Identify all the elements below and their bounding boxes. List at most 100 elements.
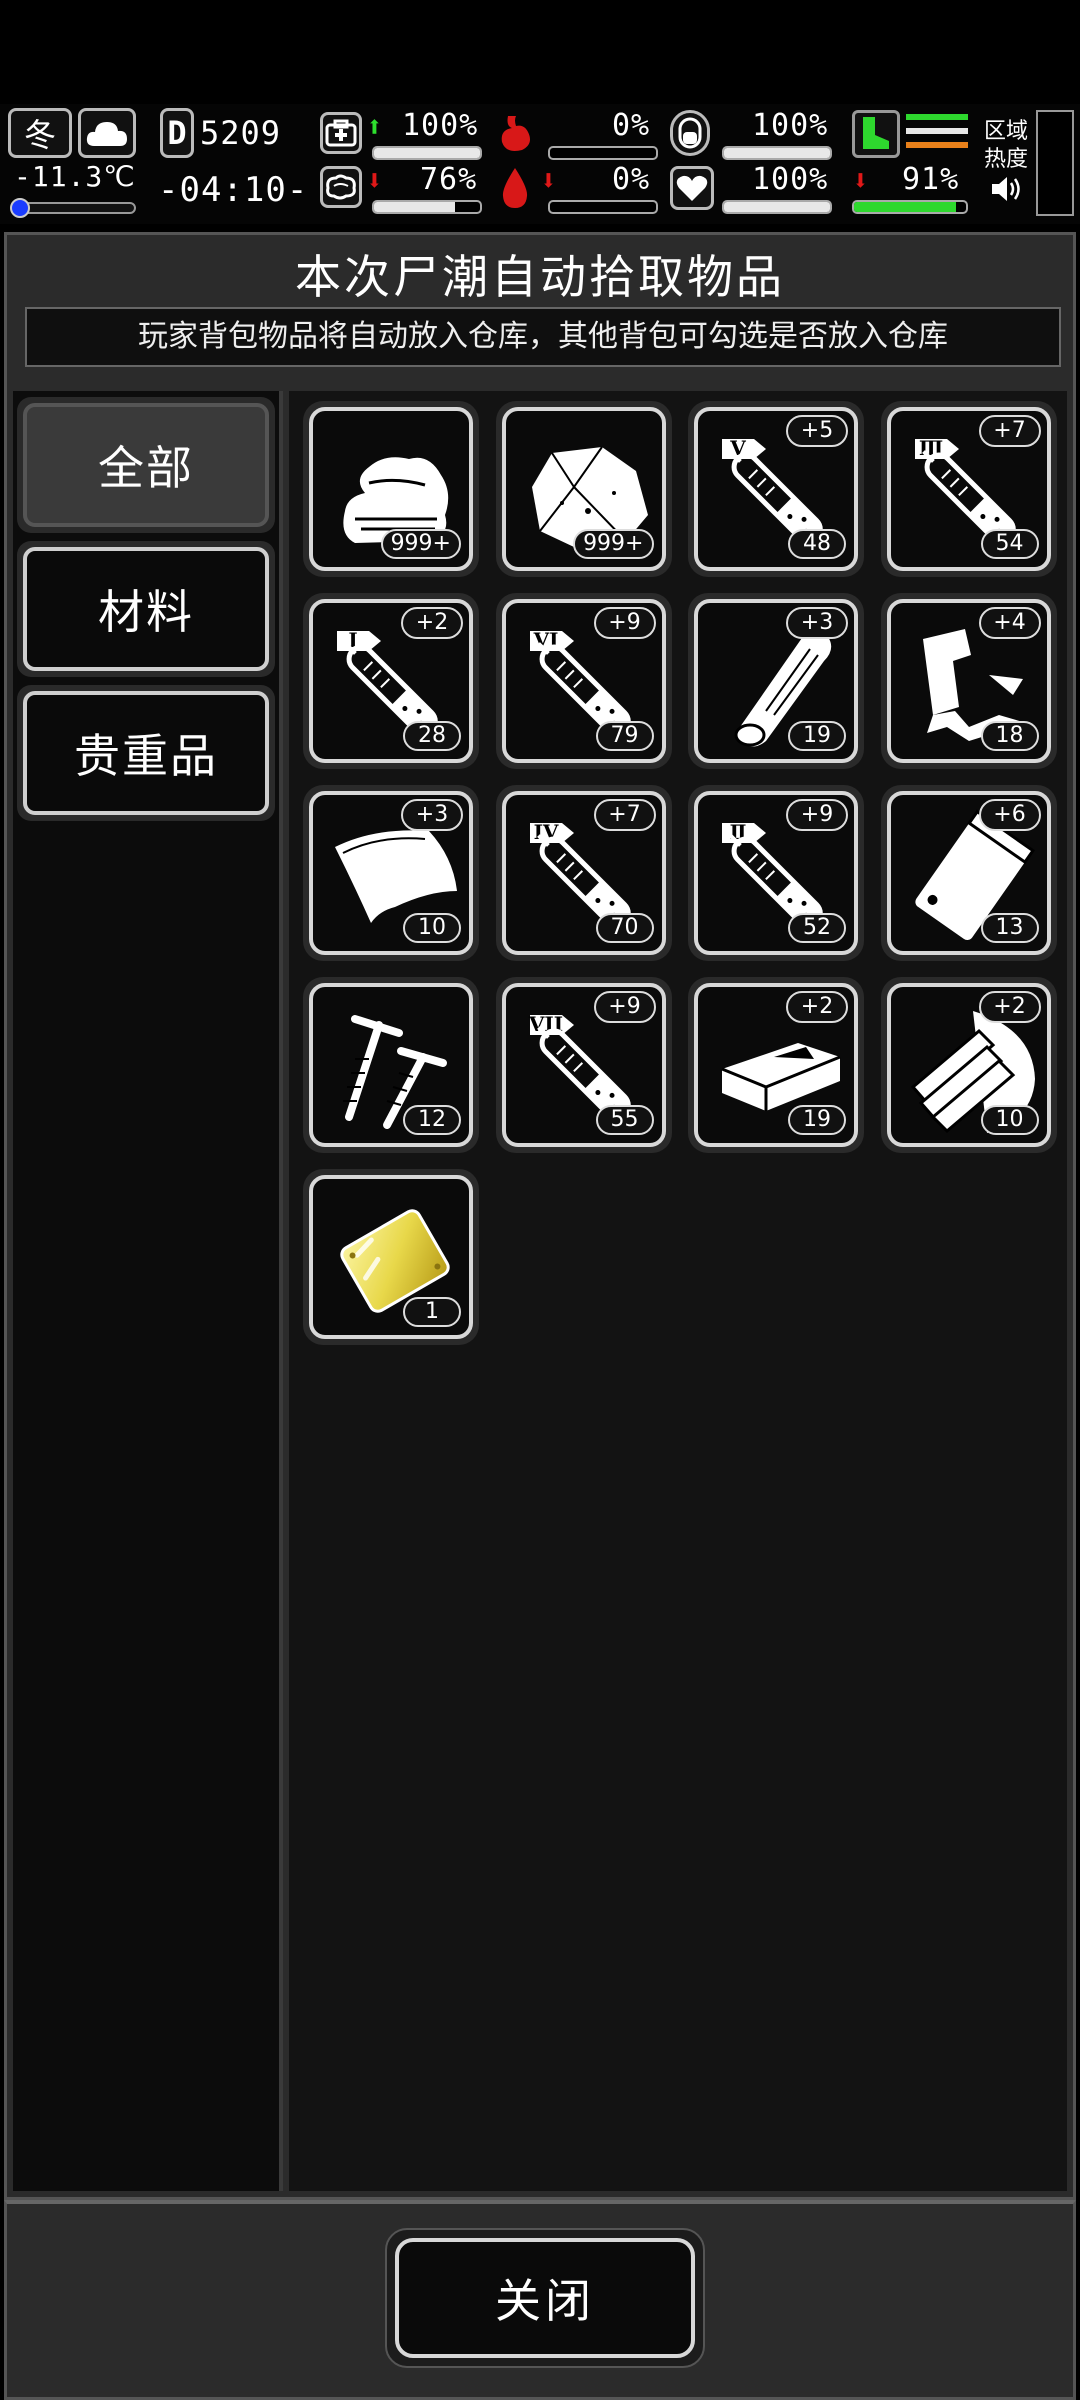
item-bonus-badge: +7 [593, 799, 656, 831]
item-frame: V +5 48 [694, 407, 858, 571]
close-button[interactable]: 关闭 [395, 2238, 695, 2358]
bar-fill [724, 202, 830, 212]
close-button-frame: 关闭 [385, 2228, 705, 2368]
item-slot[interactable]: Ⅲ +7 54 [880, 401, 1057, 577]
bottom-bar: 关闭 [4, 2200, 1076, 2400]
item-slot[interactable]: Ⅱ +9 52 [688, 785, 864, 961]
item-frame: +6 13 [886, 791, 1051, 955]
item-slot[interactable]: IV +7 70 [495, 785, 672, 961]
speaker-icon[interactable] [990, 174, 1024, 204]
item-bonus-badge: +9 [593, 991, 656, 1023]
zone-heat-label: 区域热度 [984, 119, 1029, 172]
panel-title: 本次尸潮自动拾取物品 [295, 250, 785, 304]
mental-down-arrow-icon: ⬇ [366, 164, 384, 197]
zone-heat-meter [1036, 110, 1074, 216]
item-bonus-badge: +4 [978, 607, 1041, 639]
status-bar: 冬 -11.3℃ D 5209 -04:10- ⬆ 100% 0% 100% ⬇… [0, 104, 1080, 224]
temperature-readout: -11.3℃ [14, 160, 136, 193]
heart-value: 100% [752, 162, 829, 197]
item-count: 12 [403, 1105, 461, 1135]
item-slot[interactable]: 999+ [495, 401, 672, 577]
item-grid: 999+ 999+ V +5 48 Ⅲ +7 54 I +2 28 VI +9 … [289, 391, 1067, 2191]
tab-valuables[interactable]: 贵重品 [23, 691, 269, 815]
thirst-value: 0% [612, 162, 651, 197]
item-frame: Ⅲ +7 54 [886, 407, 1051, 571]
tab-materials[interactable]: 材料 [23, 547, 269, 671]
item-count: 54 [980, 529, 1039, 559]
legs-stripes [906, 114, 968, 154]
item-count: 52 [788, 913, 846, 943]
item-slot[interactable]: 999+ [303, 401, 479, 577]
item-frame: 1 [309, 1175, 473, 1339]
item-bonus-badge: +2 [978, 991, 1041, 1023]
item-count: 28 [403, 721, 461, 751]
item-slot[interactable]: 1 [303, 1169, 479, 1345]
item-slot[interactable]: I +2 28 [303, 593, 479, 769]
item-slot[interactable]: V +5 48 [688, 401, 864, 577]
stamina-icon [670, 110, 710, 156]
item-count: 13 [980, 913, 1039, 943]
bar-fill [374, 148, 480, 158]
item-slot[interactable]: VI +9 79 [495, 593, 672, 769]
item-slot[interactable]: +4 18 [880, 593, 1057, 769]
item-count: 48 [788, 529, 846, 559]
item-slot[interactable]: +3 19 [688, 593, 864, 769]
legs-value: 91% [902, 162, 960, 197]
item-frame: 999+ [501, 407, 666, 571]
item-slot[interactable]: +2 19 [688, 977, 864, 1153]
item-slot[interactable]: +3 10 [303, 785, 479, 961]
item-bonus-badge: +3 [786, 607, 848, 639]
item-count: 1 [403, 1297, 461, 1327]
health-bar [372, 146, 482, 160]
item-frame: Ⅱ +9 52 [694, 791, 858, 955]
item-slot[interactable]: +2 10 [880, 977, 1057, 1153]
item-count: 70 [595, 913, 654, 943]
thirst-bar [548, 200, 658, 214]
heart-icon [670, 166, 714, 210]
item-frame: +3 19 [694, 599, 858, 763]
item-count: 79 [595, 721, 654, 751]
item-frame: +2 19 [694, 983, 858, 1147]
item-frame: 999+ [309, 407, 473, 571]
item-count: 999+ [380, 529, 461, 559]
brain-icon [320, 166, 362, 208]
medkit-icon [320, 112, 362, 154]
bar-fill [854, 202, 956, 212]
heart-bar [722, 200, 832, 214]
tab-all[interactable]: 全部 [23, 403, 269, 527]
legs-bar [852, 200, 968, 214]
item-count: 999+ [573, 529, 654, 559]
stomach-value: 0% [612, 108, 651, 143]
thirst-down-arrow-icon: ⬇ [540, 164, 558, 197]
season-badge: 冬 [8, 108, 72, 158]
item-bonus-badge: +2 [786, 991, 848, 1023]
item-bonus-badge: +7 [978, 415, 1041, 447]
item-bonus-badge: +9 [786, 799, 848, 831]
stomach-icon [492, 112, 538, 156]
item-slot[interactable]: VII +9 55 [495, 977, 672, 1153]
item-slot[interactable]: 12 [303, 977, 479, 1153]
temperature-knob [10, 198, 30, 218]
item-frame: +3 10 [309, 791, 473, 955]
item-bonus-badge: +6 [978, 799, 1041, 831]
item-count: 10 [403, 913, 461, 943]
legs-down-arrow-icon: ⬇ [852, 164, 870, 197]
item-bonus-badge: +5 [786, 415, 848, 447]
item-count: 10 [980, 1105, 1039, 1135]
stamina-value: 100% [752, 108, 829, 143]
item-count: 55 [595, 1105, 654, 1135]
bar-fill [724, 148, 830, 158]
time-readout: -04:10- [158, 170, 309, 210]
item-bonus-badge: +3 [401, 799, 463, 831]
temperature-slider [10, 198, 136, 218]
item-count: 19 [788, 1105, 846, 1135]
item-frame: +2 10 [886, 983, 1051, 1147]
item-slot[interactable]: +6 13 [880, 785, 1057, 961]
day-counter: 5209 [200, 114, 282, 152]
mental-value: 76% [420, 162, 478, 197]
item-frame: I +2 28 [309, 599, 473, 763]
health-up-arrow-icon: ⬆ [366, 110, 384, 143]
health-value: 100% [402, 108, 479, 143]
panel-subtitle: 玩家背包物品将自动放入仓库，其他背包可勾选是否放入仓库 [25, 307, 1061, 367]
stamina-bar [722, 146, 832, 160]
